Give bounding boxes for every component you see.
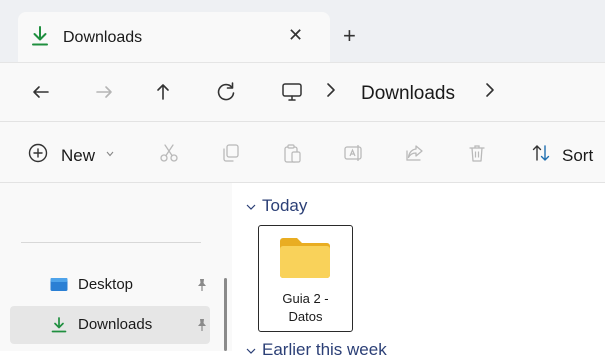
sidebar-scrollbar[interactable] <box>224 278 227 351</box>
refresh-icon[interactable] <box>213 79 239 105</box>
arrow-left-icon[interactable] <box>28 79 54 105</box>
copy-icon[interactable] <box>219 142 241 164</box>
download-icon <box>51 317 67 333</box>
sidebar-item-desktop[interactable]: Desktop <box>10 266 210 304</box>
cut-icon[interactable] <box>158 142 180 164</box>
file-name-line: Datos <box>288 309 323 324</box>
arrow-right-icon[interactable] <box>91 79 117 105</box>
file-list: Today Guia 2 - Datos Earlier this week <box>233 183 605 359</box>
tab-title: Downloads <box>63 29 143 46</box>
sidebar-item-label: Downloads <box>78 316 153 333</box>
new-button[interactable]: New <box>61 146 95 166</box>
folder-icon <box>280 238 330 278</box>
sidebar-item-downloads[interactable]: Downloads <box>10 306 210 344</box>
file-name: Guia 2 - Datos <box>259 290 352 326</box>
pin-icon[interactable] <box>196 278 208 292</box>
delete-icon[interactable] <box>466 142 488 164</box>
file-name-line: Guia 2 - <box>282 291 329 306</box>
share-icon[interactable] <box>404 142 426 164</box>
group-header-earlier[interactable]: Earlier this week <box>246 340 387 360</box>
arrow-up-icon[interactable] <box>150 79 176 105</box>
group-label: Today <box>262 196 308 215</box>
monitor-icon[interactable] <box>279 79 305 105</box>
chevron-right-icon[interactable] <box>484 82 496 98</box>
new-tab-button[interactable]: + <box>343 25 356 47</box>
title-bar: Downloads ✕ + <box>0 0 605 63</box>
sort-button[interactable]: Sort <box>562 146 593 166</box>
rename-icon[interactable] <box>342 142 364 164</box>
folder-item[interactable]: Guia 2 - Datos <box>258 225 353 332</box>
chevron-down-icon[interactable] <box>106 151 114 157</box>
download-icon <box>32 26 48 46</box>
command-bar: New Sort <box>0 122 605 183</box>
tab-downloads[interactable]: Downloads ✕ <box>18 12 330 62</box>
close-tab-button[interactable]: ✕ <box>288 25 303 46</box>
plus-circle-icon[interactable] <box>27 142 49 164</box>
breadcrumb-downloads[interactable]: Downloads <box>361 83 455 105</box>
sort-icon[interactable] <box>530 142 552 164</box>
group-label: Earlier this week <box>262 340 387 359</box>
pin-icon[interactable] <box>196 318 208 332</box>
chevron-right-icon[interactable] <box>325 82 337 98</box>
navigation-pane: Desktop Downloads <box>0 183 232 351</box>
sidebar-item-label: Desktop <box>78 276 134 293</box>
desktop-icon <box>50 278 68 291</box>
paste-icon[interactable] <box>281 142 303 164</box>
chevron-down-icon <box>246 204 256 210</box>
navigation-bar: Downloads <box>0 63 605 122</box>
sidebar-divider <box>21 242 201 243</box>
group-header-today[interactable]: Today <box>246 196 307 216</box>
